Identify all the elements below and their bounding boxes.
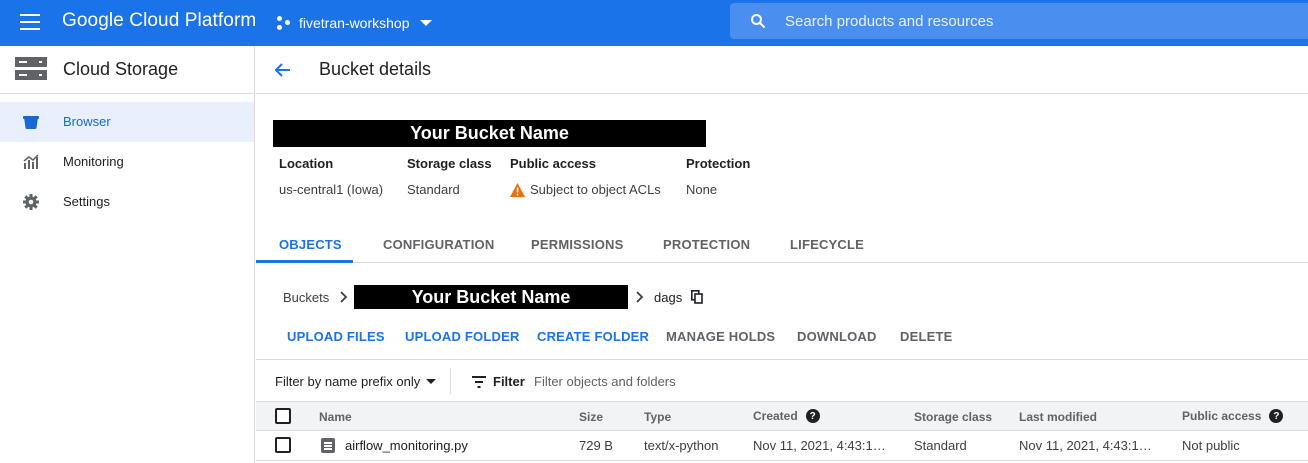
gear-icon bbox=[23, 194, 39, 210]
breadcrumb-buckets[interactable]: Buckets bbox=[283, 290, 329, 305]
page-header: Bucket details bbox=[256, 46, 1308, 94]
cell-public-access: Not public bbox=[1182, 438, 1240, 453]
project-name: fivetran-workshop bbox=[299, 15, 410, 31]
column-header-type[interactable]: Type bbox=[644, 410, 671, 424]
upload-folder-button[interactable]: UPLOAD FOLDER bbox=[405, 329, 520, 344]
cell-created: Nov 11, 2021, 4:43:1… bbox=[753, 438, 886, 453]
chevron-down-icon bbox=[419, 20, 432, 26]
column-header-last-modified[interactable]: Last modified bbox=[1019, 410, 1097, 424]
property-label: Location bbox=[279, 156, 334, 171]
sidebar-item-browser[interactable]: Browser bbox=[0, 102, 254, 142]
delete-button[interactable]: DELETE bbox=[900, 329, 952, 344]
filter-icon bbox=[472, 375, 486, 388]
help-icon[interactable]: ? bbox=[805, 409, 820, 423]
upload-files-button[interactable]: UPLOAD FILES bbox=[287, 329, 385, 344]
search-icon bbox=[751, 14, 766, 29]
column-header-storage-class[interactable]: Storage class bbox=[914, 410, 992, 424]
project-selector[interactable]: fivetran-workshop bbox=[277, 10, 432, 36]
sidebar-item-monitoring[interactable]: Monitoring bbox=[0, 142, 254, 182]
property-protection: Protection None bbox=[686, 156, 750, 197]
column-header-label: Created bbox=[753, 409, 798, 423]
row-checkbox[interactable] bbox=[275, 437, 291, 453]
tab-configuration[interactable]: CONFIGURATION bbox=[383, 237, 494, 252]
search-bar[interactable] bbox=[730, 3, 1308, 39]
chevron-down-icon bbox=[426, 379, 437, 384]
cell-last-modified: Nov 11, 2021, 4:43:1… bbox=[1019, 438, 1152, 453]
tab-lifecycle[interactable]: LIFECYCLE bbox=[790, 237, 864, 252]
property-value: us-central1 (Iowa) bbox=[279, 182, 384, 197]
property-value: Subject to object ACLs bbox=[530, 182, 661, 197]
table-header: Name Size Type Created ? Storage class L… bbox=[256, 401, 1308, 431]
chevron-right-icon bbox=[636, 291, 644, 303]
create-folder-button[interactable]: CREATE FOLDER bbox=[537, 329, 649, 344]
property-public-access: Public access Subject to object ACLs bbox=[510, 156, 661, 197]
page-title: Bucket details bbox=[319, 59, 432, 79]
sidebar-item-label: Settings bbox=[63, 194, 110, 209]
search-input[interactable] bbox=[785, 3, 1285, 39]
project-icon bbox=[277, 16, 291, 30]
sidebar: Cloud Storage Browser Monitoring Setting… bbox=[0, 46, 255, 463]
property-value: None bbox=[686, 182, 718, 197]
cell-size: 729 B bbox=[579, 438, 613, 453]
file-icon bbox=[321, 438, 335, 453]
main-content: Bucket details Your Bucket Name Location… bbox=[256, 46, 1308, 463]
property-value: Standard bbox=[407, 182, 460, 197]
copy-icon[interactable] bbox=[691, 290, 703, 304]
column-header-size[interactable]: Size bbox=[579, 410, 603, 424]
property-label: Storage class bbox=[407, 156, 492, 171]
tab-permissions[interactable]: PERMISSIONS bbox=[531, 237, 624, 252]
property-value-row: Subject to object ACLs bbox=[510, 182, 661, 197]
breadcrumb: Buckets Your Bucket Name dags bbox=[283, 283, 723, 311]
column-header-label: Public access bbox=[1182, 409, 1262, 423]
select-all-checkbox[interactable] bbox=[275, 408, 291, 424]
column-header-created[interactable]: Created ? bbox=[753, 409, 820, 423]
breadcrumb-folder: dags bbox=[654, 290, 683, 305]
breadcrumb-bucket-redacted[interactable]: Your Bucket Name bbox=[354, 285, 628, 309]
filter-mode-label: Filter by name prefix only bbox=[275, 374, 421, 389]
cloud-storage-icon bbox=[15, 57, 47, 80]
property-label: Public access bbox=[510, 156, 596, 171]
back-arrow-icon[interactable] bbox=[273, 60, 293, 80]
top-app-bar: Google Cloud Platform fivetran-workshop bbox=[0, 0, 1308, 46]
filter-button[interactable]: Filter bbox=[472, 374, 525, 389]
filter-label: Filter bbox=[493, 374, 525, 389]
help-icon[interactable]: ? bbox=[1269, 409, 1284, 423]
monitoring-icon bbox=[23, 154, 39, 169]
property-label: Protection bbox=[686, 156, 751, 171]
column-header-name[interactable]: Name bbox=[319, 410, 352, 424]
sidebar-item-label: Monitoring bbox=[63, 154, 124, 169]
bucket-icon bbox=[23, 116, 39, 129]
filter-bar: Filter by name prefix only Filter bbox=[256, 359, 1308, 401]
warning-icon bbox=[510, 182, 525, 197]
filter-mode-select[interactable]: Filter by name prefix only bbox=[275, 374, 437, 389]
chevron-right-icon bbox=[340, 291, 348, 303]
tab-objects[interactable]: OBJECTS bbox=[279, 237, 342, 252]
sidebar-item-label: Browser bbox=[63, 114, 111, 129]
divider bbox=[450, 368, 451, 394]
sidebar-title: Cloud Storage bbox=[63, 59, 179, 79]
bucket-name-redacted: Your Bucket Name bbox=[273, 120, 706, 147]
download-button[interactable]: DOWNLOAD bbox=[797, 329, 877, 344]
cell-storage-class: Standard bbox=[914, 438, 967, 453]
filter-input[interactable] bbox=[534, 369, 834, 393]
table-row: airflow_monitoring.py 729 B text/x-pytho… bbox=[256, 431, 1308, 461]
active-tab-indicator bbox=[256, 260, 353, 263]
property-storage-class: Storage class Standard bbox=[407, 156, 492, 197]
tab-protection[interactable]: PROTECTION bbox=[663, 237, 750, 252]
brand-title[interactable]: Google Cloud Platform bbox=[62, 10, 256, 32]
column-header-public-access[interactable]: Public access ? bbox=[1182, 409, 1284, 423]
manage-holds-button[interactable]: MANAGE HOLDS bbox=[666, 329, 775, 344]
cell-type: text/x-python bbox=[644, 438, 719, 453]
sidebar-header: Cloud Storage bbox=[0, 46, 254, 94]
tab-bar: OBJECTS CONFIGURATION PERMISSIONS PROTEC… bbox=[256, 224, 1308, 263]
sidebar-item-settings[interactable]: Settings bbox=[0, 182, 254, 222]
property-location: Location us-central1 (Iowa) bbox=[279, 156, 383, 197]
file-name-link[interactable]: airflow_monitoring.py bbox=[345, 438, 468, 453]
menu-icon[interactable] bbox=[20, 14, 40, 30]
